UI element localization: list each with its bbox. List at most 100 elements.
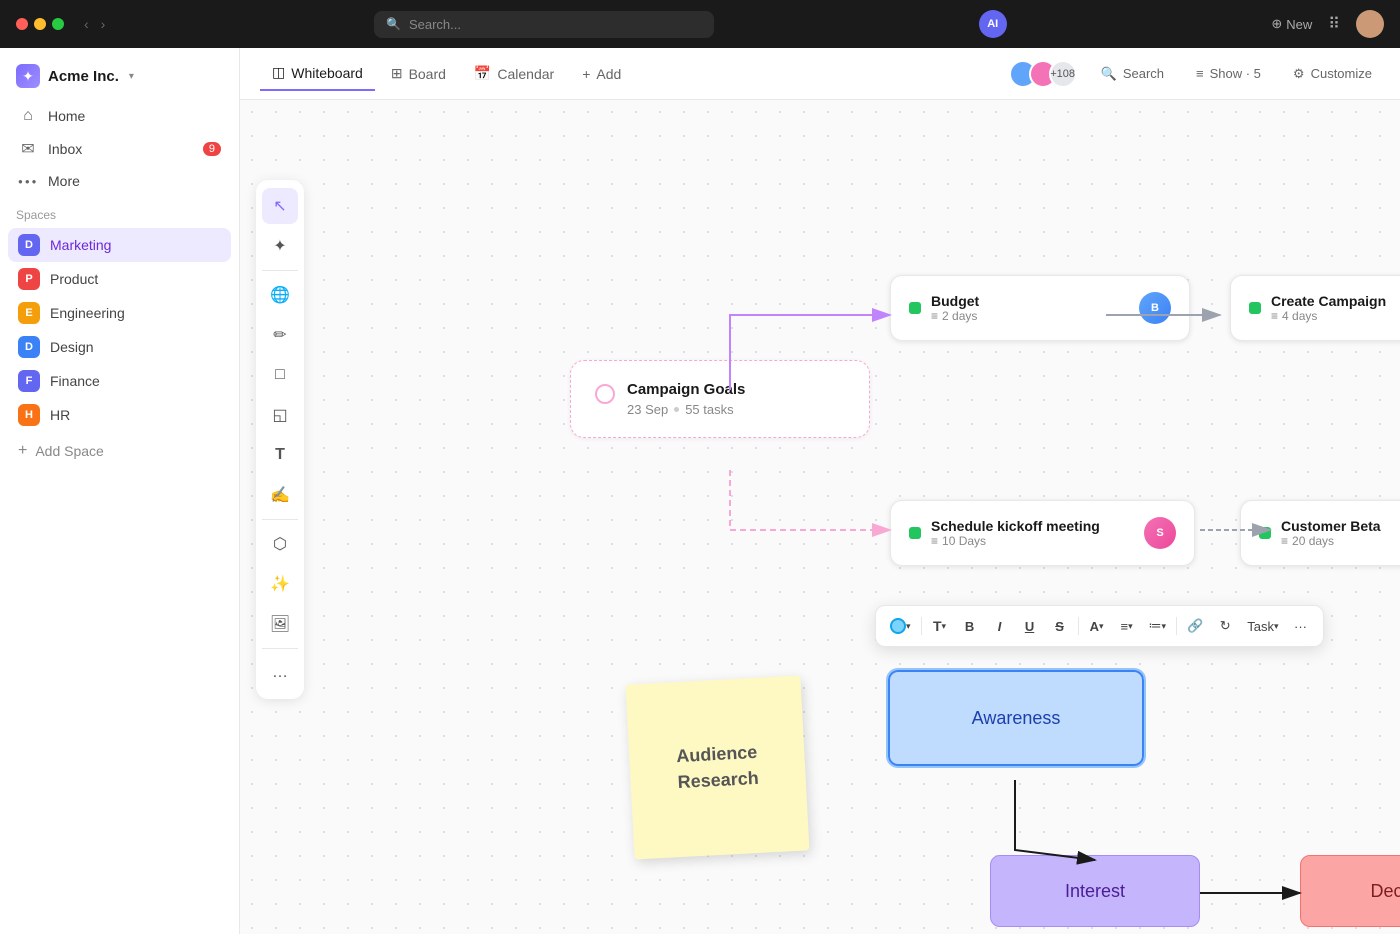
task-convert-button[interactable]: Task ▾ [1241,612,1284,640]
main-content: ◫ Whiteboard ⊞ Board 📅 Calendar + Add +1… [240,48,1400,934]
create-campaign-days-value: 4 days [1282,309,1317,323]
task-chevron-icon: ▾ [1274,621,1279,632]
budget-days: ≡ 2 days [931,309,1129,323]
tab-board-label: Board [409,66,446,82]
sidebar-item-more[interactable]: ●●● More [8,166,231,196]
sparkle-tool[interactable]: ✨ [262,566,298,602]
align-icon: ≡ [1120,619,1128,634]
text-size-button[interactable]: A ▾ [1083,612,1111,640]
customize-action[interactable]: ⚙ Customize [1285,60,1380,88]
new-label: New [1286,17,1312,32]
search-icon: 🔍 [386,17,401,31]
sidebar-item-finance[interactable]: F Finance [8,364,231,398]
campaign-goals-circle-icon [595,384,615,404]
spaces-header: Spaces [0,196,239,228]
strikethrough-button[interactable]: S [1046,612,1074,640]
more-label: More [48,173,80,189]
more-options-button[interactable]: ··· [1287,612,1315,640]
strikethrough-icon: S [1055,619,1064,634]
list-icon: ≔ [1149,618,1162,634]
tab-whiteboard[interactable]: ◫ Whiteboard [260,56,375,91]
image-tool[interactable]: 🖼 [262,606,298,642]
add-tab-icon: + [582,66,590,82]
plus-icon: ⊕ [1271,16,1282,32]
decision-label: Decision [1370,881,1400,902]
ai-badge[interactable]: AI [979,10,1007,38]
list-button[interactable]: ≔ ▾ [1143,612,1173,640]
search-placeholder: Search... [409,17,461,32]
note-tool[interactable]: ◱ [262,397,298,433]
sidebar-item-design[interactable]: D Design [8,330,231,364]
tool-divider-2 [262,519,298,520]
tab-board[interactable]: ⊞ Board [379,57,458,90]
canvas-area[interactable]: ↖ ✦ 🌐 ✏ □ ◱ T ✍ ⬡ ✨ 🖼 … [240,100,1400,934]
text-tool[interactable]: T [262,437,298,473]
global-search-bar[interactable]: 🔍 Search... [374,11,714,38]
bold-button[interactable]: B [956,612,984,640]
search-action[interactable]: 🔍 Search [1093,60,1172,88]
budget-task-card: Budget ≡ 2 days B [909,292,1171,324]
schedule-kickoff-days-value: 10 Days [942,534,986,548]
interest-box[interactable]: Interest [990,855,1200,927]
align-button[interactable]: ≡ ▾ [1113,612,1141,640]
sidebar-logo[interactable]: ✦ Acme Inc. ▾ [0,60,239,100]
sidebar-item-product[interactable]: P Product [8,262,231,296]
budget-card[interactable]: Budget ≡ 2 days B [890,275,1190,341]
globe-tool[interactable]: 🌐 [262,277,298,313]
user-avatar[interactable] [1356,10,1384,38]
sidebar-item-engineering[interactable]: E Engineering [8,296,231,330]
space-label-product: Product [50,271,98,287]
link-button[interactable]: 🔗 [1181,612,1209,640]
decision-box[interactable]: Decision [1300,855,1400,927]
campaign-goals-date: 23 Sep [627,402,668,417]
campaign-goals-card[interactable]: Campaign Goals 23 Sep 55 tasks [570,360,870,438]
new-button[interactable]: ⊕ New [1271,16,1312,32]
rectangle-tool[interactable]: □ [262,357,298,393]
campaign-goals-tasks: 55 tasks [685,402,733,417]
close-window-control[interactable] [16,18,28,30]
sidebar-item-inbox[interactable]: ✉ Inbox 9 [8,132,231,166]
hand-tool[interactable]: ✍ [262,477,298,513]
text-size-icon: A [1090,619,1099,634]
refresh-button[interactable]: ↻ [1211,612,1239,640]
window-controls [16,18,64,30]
sidebar-item-home[interactable]: ⌂ Home [8,100,231,132]
whiteboard-tab-icon: ◫ [272,64,285,81]
tab-calendar[interactable]: 📅 Calendar [462,57,566,90]
font-button[interactable]: T ▾ [926,612,954,640]
pen-tool[interactable]: ✏ [262,317,298,353]
campaign-goals-title: Campaign Goals [627,381,745,398]
awareness-box[interactable]: Awareness [888,670,1144,766]
network-tool[interactable]: ⬡ [262,526,298,562]
budget-days-value: 2 days [942,309,977,323]
select-tool[interactable]: ↖ [262,188,298,224]
underline-button[interactable]: U [1016,612,1044,640]
maximize-window-control[interactable] [52,18,64,30]
audience-research-sticky[interactable]: Audience Research [626,676,810,860]
space-dot-finance: F [18,370,40,392]
minimize-window-control[interactable] [34,18,46,30]
schedule-kickoff-card[interactable]: Schedule kickoff meeting ≡ 10 Days S [890,500,1195,566]
tab-add[interactable]: + Add [570,58,633,90]
create-campaign-days-icon: ≡ [1271,309,1278,323]
add-space-button[interactable]: + Add Space [8,436,231,466]
show-action[interactable]: ≡ Show · 5 [1188,60,1269,87]
more-icon: ●●● [18,177,38,186]
customer-beta-days: ≡ 20 days [1281,534,1400,548]
sidebar-item-marketing[interactable]: D Marketing [8,228,231,262]
forward-arrow[interactable]: › [97,14,110,34]
customer-beta-card[interactable]: Customer Beta ≡ 20 days K [1240,500,1400,566]
toolbar-separator-3 [1176,617,1177,635]
grid-icon[interactable]: ⠿ [1328,14,1340,34]
magic-tool[interactable]: ✦ [262,228,298,264]
add-space-label: Add Space [35,443,104,459]
italic-button[interactable]: I [986,612,1014,640]
arrows-svg [240,100,1400,934]
color-picker-button[interactable]: ▾ [884,612,917,640]
sidebar-item-hr[interactable]: H HR [8,398,231,432]
create-campaign-card[interactable]: Create Campaign ≡ 4 days C [1230,275,1400,341]
sticky-line2: Research [677,767,759,791]
back-arrow[interactable]: ‹ [80,14,93,34]
more-tools-button[interactable]: … [262,655,298,691]
budget-assignee-avatar: B [1139,292,1171,324]
